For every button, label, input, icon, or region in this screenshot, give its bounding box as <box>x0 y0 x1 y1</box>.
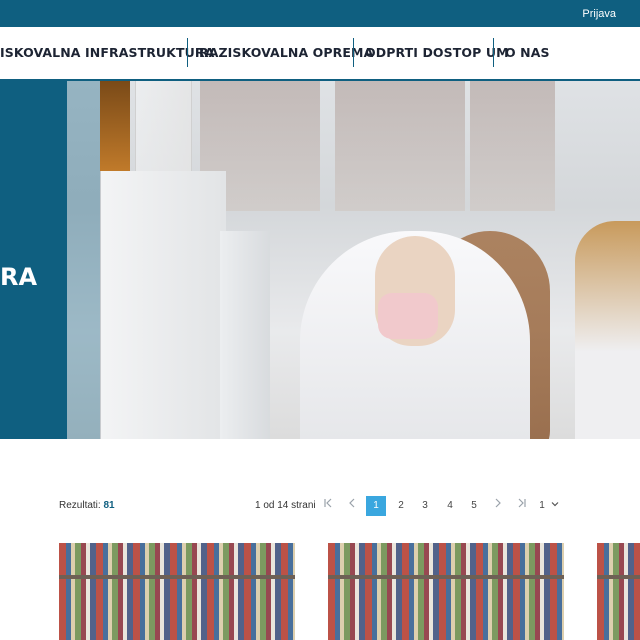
hero-image-face-mask <box>378 293 438 339</box>
nav-separator <box>187 38 188 67</box>
hero-banner: RA <box>0 81 640 439</box>
nav-item-infrastructure[interactable]: ISKOVALNA INFRASTRUKTURA <box>0 27 214 79</box>
nav-item-open-access[interactable]: ODPRTI DOSTOP UM <box>365 27 509 79</box>
page-button-4[interactable]: 4 <box>440 496 460 516</box>
hero-title-panel <box>0 81 67 439</box>
pagination-info: 1 od 14 strani <box>255 500 316 511</box>
result-card-image[interactable] <box>59 543 295 640</box>
last-page-icon[interactable] <box>512 496 532 516</box>
page-button-1[interactable]: 1 <box>366 496 386 516</box>
results-number: 81 <box>103 500 115 511</box>
hero-image-window <box>470 81 555 211</box>
first-page-icon[interactable] <box>318 496 338 516</box>
hero-image-lab-equipment <box>100 171 226 439</box>
hero-image-bottle <box>100 81 130 171</box>
nav-separator <box>353 38 354 67</box>
result-card-image[interactable] <box>597 543 640 640</box>
card-image-shade <box>328 543 564 640</box>
hero-title-panel-fade <box>67 81 100 439</box>
login-link[interactable]: Prijava <box>582 8 616 20</box>
result-card-image[interactable] <box>328 543 564 640</box>
page-button-5[interactable]: 5 <box>464 496 484 516</box>
prev-page-icon[interactable] <box>342 496 362 516</box>
hero-title: RA <box>0 263 38 291</box>
top-bar: Prijava <box>0 0 640 27</box>
page-button-3[interactable]: 3 <box>415 496 435 516</box>
page-button-2[interactable]: 2 <box>391 496 411 516</box>
chevron-down-icon[interactable] <box>548 496 562 516</box>
card-image-shade <box>59 543 295 640</box>
hero-image-window <box>335 81 465 211</box>
nav-item-about[interactable]: O NAS <box>505 27 550 79</box>
hero-image-bottle <box>135 81 192 177</box>
nav-separator <box>493 38 494 67</box>
card-image-shade <box>597 543 640 640</box>
hero-image-lab-equipment <box>220 231 270 439</box>
results-count: Rezultati: 81 <box>59 500 115 511</box>
nav-item-equipment[interactable]: RAZISKOVALNA OPREMA <box>199 27 373 79</box>
next-page-icon[interactable] <box>488 496 508 516</box>
results-label: Rezultati: <box>59 500 101 511</box>
hero-image-second-researcher <box>575 221 640 439</box>
main-navigation: ISKOVALNA INFRASTRUKTURA RAZISKOVALNA OP… <box>0 27 640 81</box>
